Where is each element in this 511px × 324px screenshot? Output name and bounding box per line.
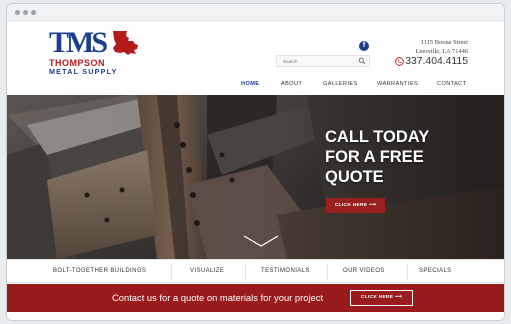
search-box [276,55,370,67]
divider [327,264,328,280]
search-icon[interactable] [358,57,366,65]
contact-banner: Contact us for a quote on materials for … [7,284,504,312]
feature-links-bar: BOLT-TOGETHER BUILDINGS VISUALIZE TESTIM… [7,259,504,283]
chevron-down-icon[interactable] [243,235,279,247]
nav-galleries[interactable]: GALLERIES [323,81,358,87]
arrow-right-icon: ⟶ [394,295,403,300]
window-close-dot[interactable] [15,10,20,15]
divider [245,264,246,280]
site-logo[interactable]: TMS THOMPSON METAL SUPPLY [49,26,149,76]
phone-icon [395,57,405,66]
window-chrome [7,4,504,21]
link-specials[interactable]: SPECIALS [419,268,452,274]
nav-home[interactable]: HOME [241,81,259,87]
nav-warranties[interactable]: WARRANTIES [377,81,418,87]
hero-banner: CALL TODAY FOR A FREE QUOTE CLICK HERE ⟶ [7,95,504,259]
logo-company-subtitle: METAL SUPPLY [49,67,118,76]
facebook-icon[interactable]: f [359,41,369,51]
phone-number: 337.404.4115 [405,56,468,67]
address-line-1: 1115 Boone Street [420,39,468,46]
hero-cta-label: CLICK HERE [334,203,368,208]
banner-click-here-button[interactable]: CLICK HERE ⟶ [350,290,413,306]
search-input[interactable] [277,56,355,66]
arrow-right-icon: ⟶ [368,203,377,208]
louisiana-state-icon [113,31,138,55]
link-bolt-together-buildings[interactable]: BOLT-TOGETHER BUILDINGS [53,268,146,274]
browser-window: TMS THOMPSON METAL SUPPLY f 1115 Boone S… [6,3,505,321]
nav-about[interactable]: ABOUT [281,81,302,87]
banner-cta-label: CLICK HERE [360,295,394,300]
site-header: TMS THOMPSON METAL SUPPLY f 1115 Boone S… [7,21,504,95]
link-visualize[interactable]: VISUALIZE [190,268,224,274]
divider [407,264,408,280]
address-line-2: Leesville, LA 71446 [415,48,468,55]
window-maximize-dot[interactable] [31,10,36,15]
window-minimize-dot[interactable] [23,10,28,15]
main-nav: HOME ABOUT GALLERIES WARRANTIES CONTACT [7,79,504,93]
hero-headline-line: FOR A FREE [325,148,424,166]
hero-headline-line: CALL TODAY [325,128,430,146]
contact-banner-text: Contact us for a quote on materials for … [112,292,324,303]
logo-letters: TMS [49,26,108,59]
hero-headline-line: QUOTE [325,168,384,186]
link-our-videos[interactable]: OUR VIDEOS [343,268,385,274]
footer-strip [7,312,504,320]
nav-contact[interactable]: CONTACT [437,81,466,87]
phone-link[interactable]: 337.404.4115 [395,56,468,67]
divider [171,264,172,280]
link-testimonials[interactable]: TESTIMONIALS [261,268,310,274]
hero-headline: CALL TODAY FOR A FREE QUOTE [325,127,485,187]
hero-click-here-button[interactable]: CLICK HERE ⟶ [326,198,385,213]
